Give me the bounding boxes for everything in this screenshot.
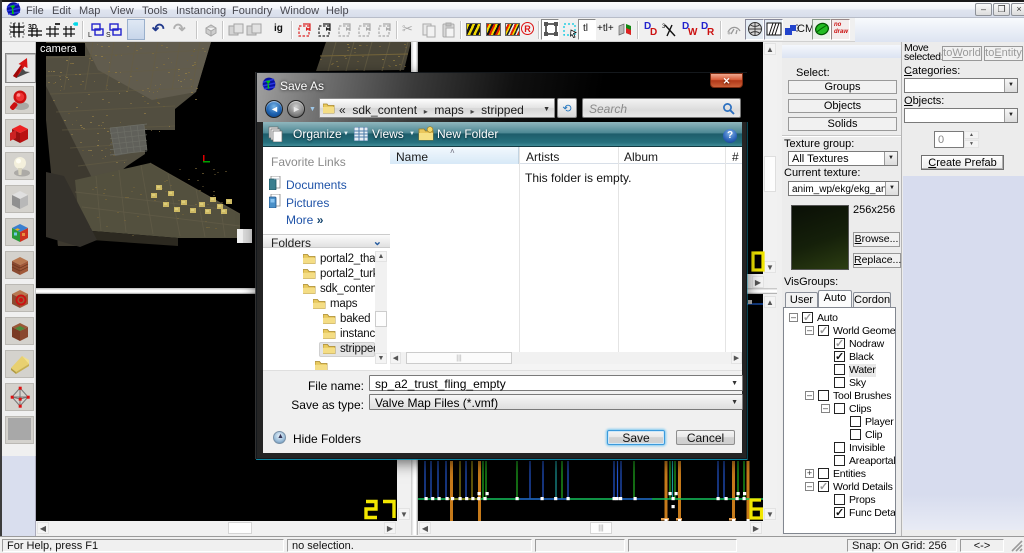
svg-text:L: L <box>88 32 92 38</box>
svg-text:S: S <box>106 32 111 38</box>
